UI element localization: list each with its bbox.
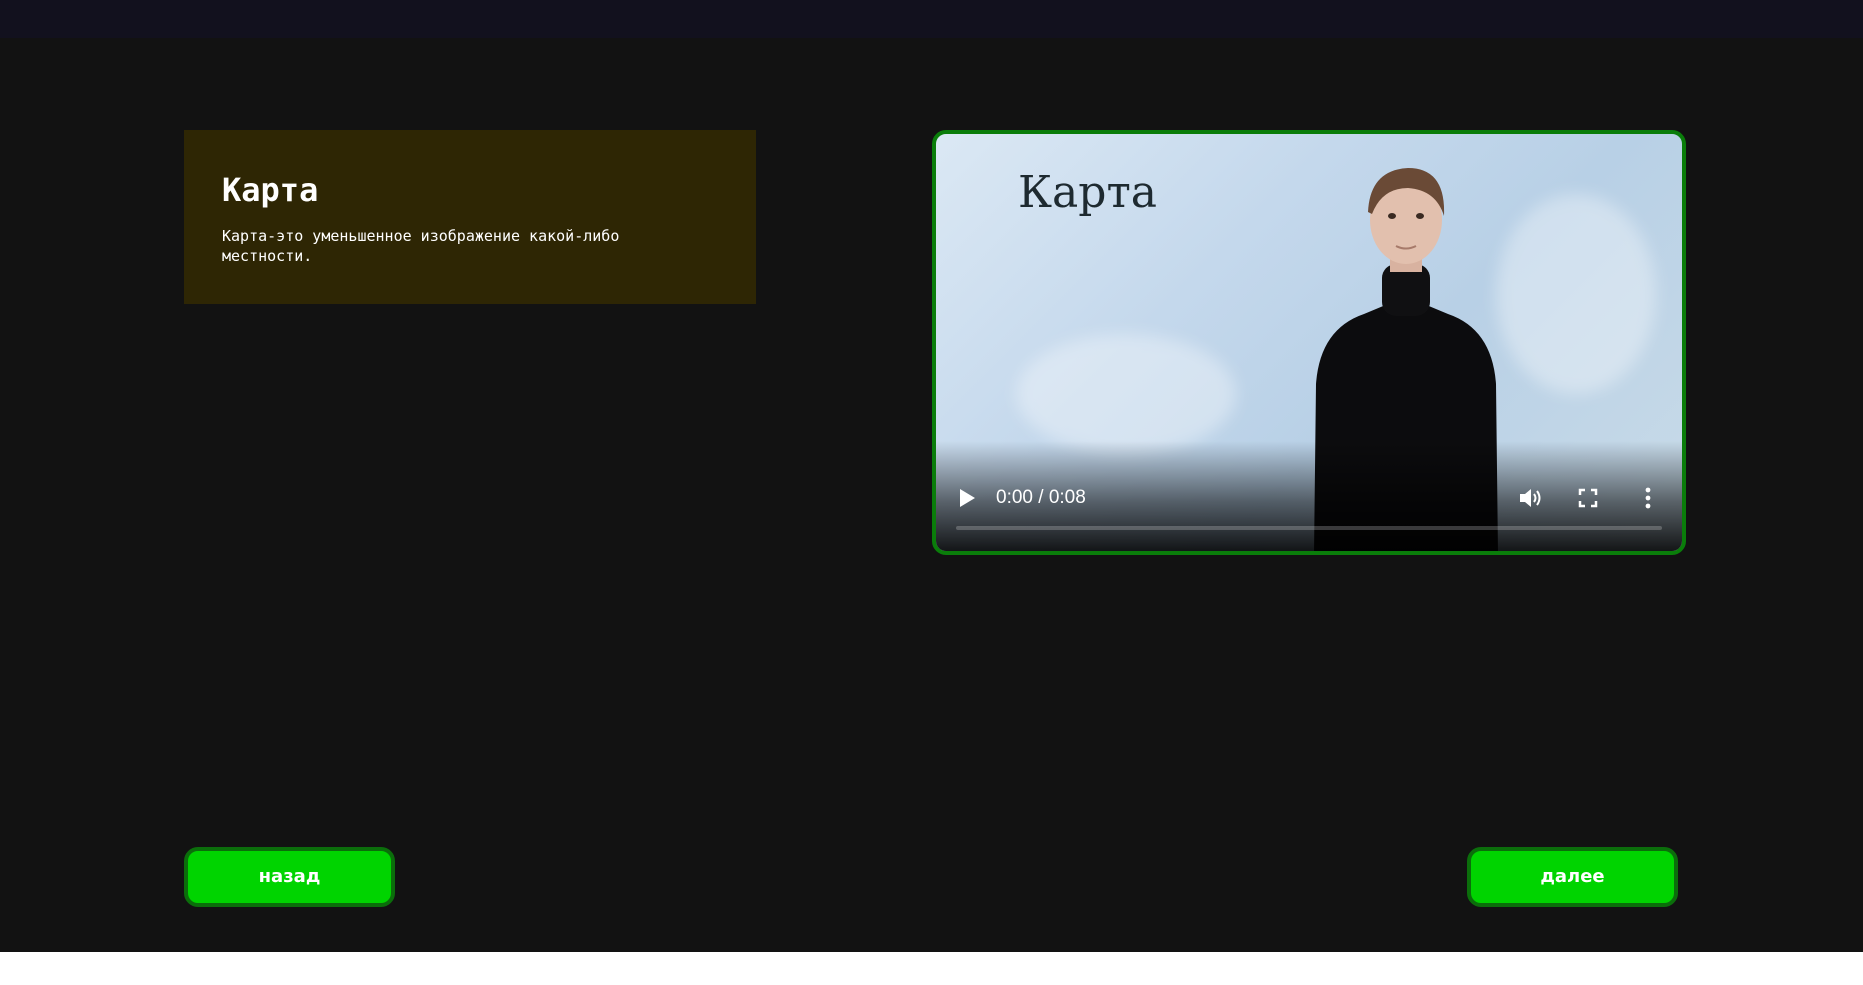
back-button[interactable]: назад xyxy=(184,847,395,907)
volume-icon[interactable] xyxy=(1518,486,1544,510)
video-title-overlay: Карта xyxy=(1018,167,1158,218)
lesson-page: Карта Карта-это уменьшенное изображение … xyxy=(0,38,1863,952)
video-progress-bar[interactable] xyxy=(956,526,1662,530)
definition-text: Карта-это уменьшенное изображение какой-… xyxy=(222,227,620,265)
definition-title: Карта xyxy=(222,171,319,209)
next-button[interactable]: далее xyxy=(1467,847,1678,907)
top-bar xyxy=(0,0,1863,38)
video-background-blur xyxy=(1016,334,1236,454)
more-options-icon[interactable] xyxy=(1644,486,1652,510)
video-time: 0:00 / 0:08 xyxy=(996,487,1086,508)
definition-card: Карта Карта-это уменьшенное изображение … xyxy=(184,130,756,304)
fullscreen-icon[interactable] xyxy=(1578,488,1598,508)
play-icon[interactable] xyxy=(958,488,976,508)
sign-language-video[interactable]: Карта 0:00 / 0:08 xyxy=(932,130,1686,555)
